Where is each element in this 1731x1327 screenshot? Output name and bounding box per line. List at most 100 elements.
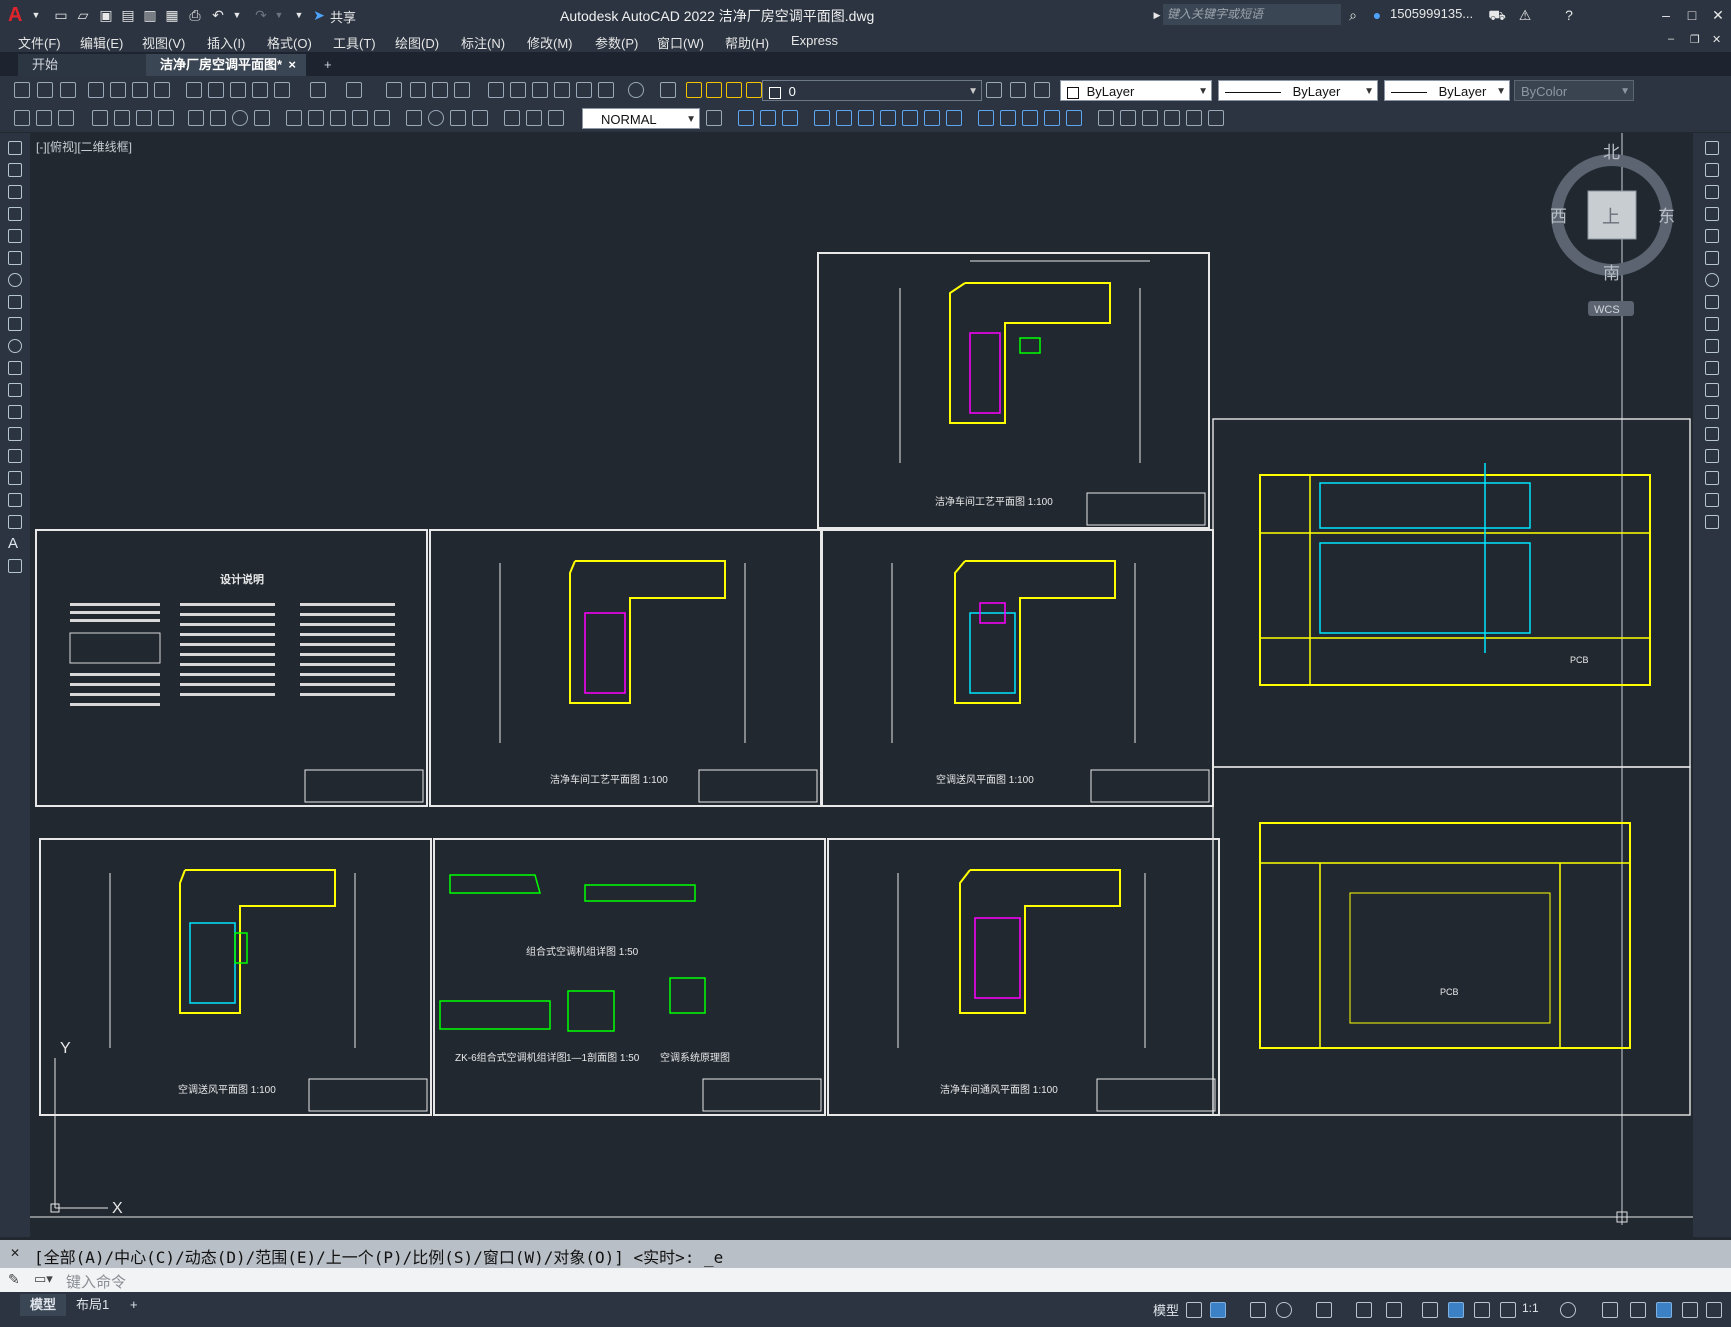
annotation-scale-value[interactable]: 1:1: [1522, 1301, 1539, 1315]
sheet-set-icon[interactable]: [554, 82, 570, 98]
inspection-icon[interactable]: [450, 110, 466, 126]
arc-length-icon[interactable]: [136, 110, 152, 126]
fillet-icon[interactable]: [1000, 110, 1016, 126]
offset-icon[interactable]: [1705, 207, 1719, 221]
point-icon[interactable]: [8, 427, 22, 441]
rectangle-icon[interactable]: [8, 229, 22, 243]
preview-icon[interactable]: [110, 82, 126, 98]
copy-object-icon[interactable]: [738, 110, 754, 126]
scale-icon[interactable]: [1705, 295, 1719, 309]
multiline-text-icon[interactable]: A: [8, 536, 22, 551]
layer-freeze-icon[interactable]: [706, 82, 722, 98]
menu-insert[interactable]: 插入(I): [207, 33, 245, 52]
redo-dropdown-icon[interactable]: ▼: [270, 6, 288, 24]
stretch-icon[interactable]: [1705, 317, 1719, 331]
share-button[interactable]: 共享: [330, 7, 356, 26]
mirror-icon[interactable]: [1705, 185, 1719, 199]
drawing-canvas[interactable]: 洁净车间工艺平面图 1:100 设计说明 洁净车间工艺平面图 1:100 空调送…: [30, 133, 1693, 1237]
app-logo-icon[interactable]: A: [8, 5, 28, 25]
array-icon[interactable]: [1705, 229, 1719, 243]
minimize-icon[interactable]: –: [1654, 4, 1678, 26]
zoom-window-icon[interactable]: [432, 82, 448, 98]
hatch-icon[interactable]: [8, 449, 22, 463]
tool-palettes-icon[interactable]: [532, 82, 548, 98]
close-icon[interactable]: ✕: [1706, 4, 1730, 26]
ellipse-icon[interactable]: [8, 339, 22, 353]
open-file-icon[interactable]: ▱: [74, 6, 92, 24]
offset-icon[interactable]: [782, 110, 798, 126]
help-icon[interactable]: ?: [1560, 6, 1578, 24]
explode-icon[interactable]: [1022, 110, 1038, 126]
doc-close-icon[interactable]: ✕: [1712, 33, 1721, 46]
trim-icon[interactable]: [1705, 339, 1719, 353]
search-input[interactable]: 键入关键字或短语: [1163, 4, 1341, 25]
ellipse-arc-icon[interactable]: [8, 361, 22, 375]
pan-icon[interactable]: [386, 82, 402, 98]
radius-icon[interactable]: [188, 110, 204, 126]
annotation-scale-icon[interactable]: [1500, 1302, 1516, 1318]
insert-block-icon[interactable]: [8, 383, 22, 397]
new-file-icon[interactable]: ▭: [52, 6, 70, 24]
join-icon[interactable]: [1066, 110, 1082, 126]
tolerance-icon[interactable]: [406, 110, 422, 126]
line-icon[interactable]: [8, 141, 22, 155]
baseline-icon[interactable]: [308, 110, 324, 126]
dimension-text-edit-icon[interactable]: [526, 110, 542, 126]
viewcube-west[interactable]: 西: [1550, 207, 1567, 226]
jogged-icon[interactable]: [210, 110, 226, 126]
block-editor-icon[interactable]: [274, 82, 290, 98]
open-icon[interactable]: [37, 82, 53, 98]
layer-dropdown[interactable]: 0 ▼: [762, 80, 982, 101]
menu-dimension[interactable]: 标注(N): [461, 33, 505, 52]
copy-icon[interactable]: [1705, 163, 1719, 177]
match-properties-icon[interactable]: [252, 82, 268, 98]
menu-format[interactable]: 格式(O): [267, 33, 312, 52]
design-center-icon[interactable]: [510, 82, 526, 98]
jogged-linear-icon[interactable]: [472, 110, 488, 126]
user-name[interactable]: 1505999135...: [1390, 6, 1473, 21]
app-menu-chevron-icon[interactable]: ▼: [27, 6, 45, 24]
undo-dropdown-icon[interactable]: ▼: [228, 6, 246, 24]
new-tab-icon[interactable]: +: [310, 54, 346, 76]
menu-help[interactable]: 帮助(H): [725, 33, 769, 52]
toolbar-2-icon[interactable]: [36, 110, 52, 126]
menu-window[interactable]: 窗口(W): [657, 33, 704, 52]
cut-icon[interactable]: [186, 82, 202, 98]
chamfer-icon[interactable]: [978, 110, 994, 126]
toolbar-1-icon[interactable]: [14, 110, 30, 126]
break-icon[interactable]: [946, 110, 962, 126]
tab-start[interactable]: 开始: [18, 54, 146, 76]
plot-icon[interactable]: [88, 82, 104, 98]
snap-icon[interactable]: [1210, 1302, 1226, 1318]
command-input[interactable]: 键入命令: [66, 1271, 126, 1292]
make-block-icon[interactable]: [1120, 110, 1136, 126]
construction-line-icon[interactable]: [8, 163, 22, 177]
markup-icon[interactable]: [576, 82, 592, 98]
dimension-update-icon[interactable]: [548, 110, 564, 126]
arc-icon[interactable]: [8, 251, 22, 265]
hatch-icon[interactable]: [1164, 110, 1180, 126]
extend-icon[interactable]: [924, 110, 940, 126]
mirror-icon[interactable]: [760, 110, 776, 126]
stretch-icon[interactable]: [880, 110, 896, 126]
share-icon[interactable]: ➤: [310, 6, 328, 24]
menu-tools[interactable]: 工具(T): [333, 33, 376, 52]
tab-layout1[interactable]: 布局1: [66, 1294, 119, 1316]
redo-icon[interactable]: ↷: [252, 6, 270, 24]
layer-viewport-icon[interactable]: [726, 82, 742, 98]
extend-icon[interactable]: [1705, 361, 1719, 375]
move-icon[interactable]: [1705, 251, 1719, 265]
color-dropdown[interactable]: ByLayer ▼: [1060, 80, 1212, 101]
polygon-icon[interactable]: [8, 207, 22, 221]
menu-modify[interactable]: 修改(M): [527, 33, 573, 52]
command-close-icon[interactable]: ✕: [10, 1246, 20, 1260]
copy-icon[interactable]: [208, 82, 224, 98]
linear-dimension-icon[interactable]: [92, 110, 108, 126]
layer-lock-icon[interactable]: [746, 82, 762, 98]
doc-minimize-icon[interactable]: –: [1668, 33, 1674, 45]
menu-draw[interactable]: 绘图(D): [395, 33, 439, 52]
undo-icon[interactable]: [310, 82, 326, 98]
object-snap-icon[interactable]: [1386, 1302, 1402, 1318]
angular-icon[interactable]: [254, 110, 270, 126]
toolbar-3-icon[interactable]: [58, 110, 74, 126]
